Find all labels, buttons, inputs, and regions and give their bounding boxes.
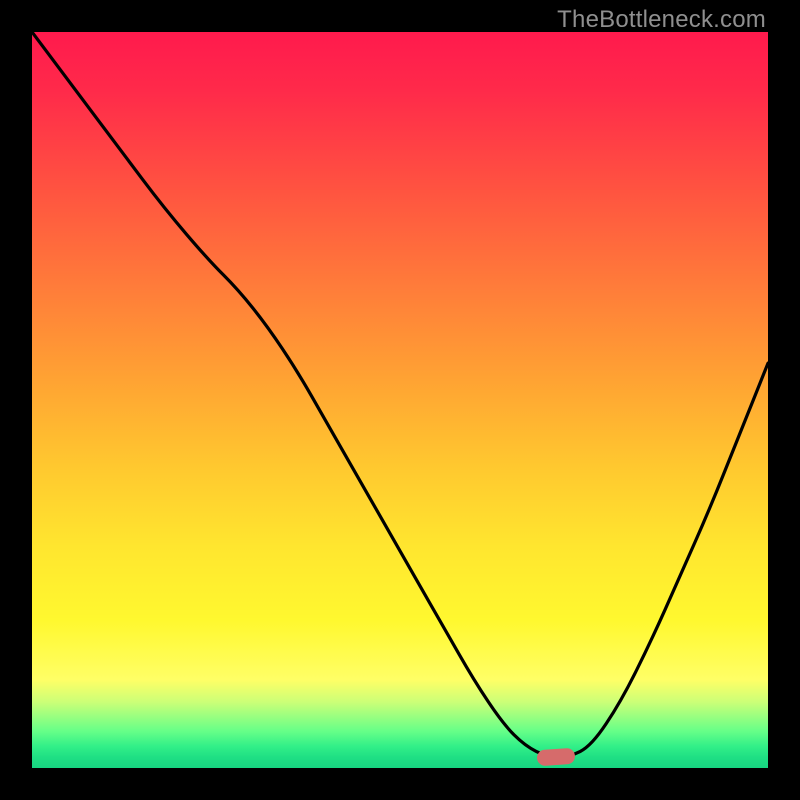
outer-frame: TheBottleneck.com [0, 0, 800, 800]
curve-svg [32, 32, 768, 768]
bottleneck-curve [32, 32, 768, 757]
watermark-text: TheBottleneck.com [557, 6, 766, 34]
minimum-marker [536, 748, 575, 767]
plot-area [32, 32, 768, 768]
